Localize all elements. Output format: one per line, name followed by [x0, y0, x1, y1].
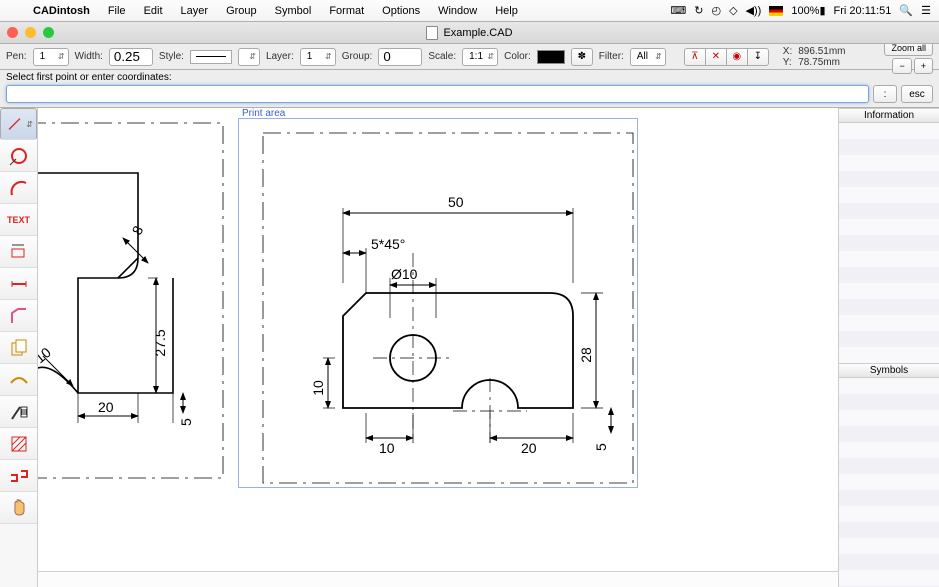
color-label: Color: — [504, 51, 531, 62]
style-label: Style: — [159, 51, 184, 62]
settings-gear-button[interactable]: ✽ — [571, 48, 593, 66]
symbols-panel-body — [839, 378, 939, 587]
scale-label: Scale: — [428, 51, 456, 62]
menu-options[interactable]: Options — [373, 5, 429, 17]
command-eval-button[interactable]: : — [873, 85, 897, 103]
group-label: Group: — [342, 51, 373, 62]
svg-text:27.5: 27.5 — [152, 329, 168, 356]
width-input[interactable] — [109, 48, 153, 66]
window-zoom-button[interactable] — [43, 27, 54, 38]
menu-edit[interactable]: Edit — [135, 5, 172, 17]
input-flag-icon[interactable] — [769, 6, 783, 16]
svg-text:5: 5 — [593, 443, 609, 451]
menu-layer[interactable]: Layer — [172, 5, 218, 17]
clock[interactable]: Fri 20:11:51 — [834, 5, 892, 17]
battery-status[interactable]: 100% ▮ — [791, 4, 825, 17]
snap-endpoint-button[interactable]: ⊼ — [684, 48, 706, 66]
svg-text:Ø10: Ø10 — [391, 266, 418, 282]
style-select[interactable] — [190, 50, 232, 64]
menu-file[interactable]: File — [99, 5, 135, 17]
svg-text:5*45°: 5*45° — [371, 236, 405, 252]
command-bar: Select first point or enter coordinates:… — [0, 70, 939, 108]
delete-tool[interactable] — [0, 396, 37, 428]
dimension-tool[interactable] — [0, 236, 37, 268]
filter-select[interactable]: All — [630, 48, 666, 66]
information-panel-body — [839, 123, 939, 363]
symbols-panel-header[interactable]: Symbols — [839, 363, 939, 378]
layer-select[interactable]: 1 — [300, 48, 336, 66]
zoom-in-button[interactable]: + — [914, 58, 933, 74]
document-icon — [426, 26, 438, 40]
command-input[interactable] — [6, 85, 869, 103]
menu-symbol[interactable]: Symbol — [266, 5, 321, 17]
text-tool[interactable]: TEXT — [0, 204, 37, 236]
pan-tool[interactable] — [0, 492, 37, 524]
line-tool[interactable] — [0, 108, 37, 140]
window-title: Example.CAD — [443, 27, 512, 39]
color-swatch[interactable] — [537, 50, 565, 64]
circle-tool[interactable] — [0, 140, 37, 172]
svg-text:5: 5 — [178, 418, 194, 426]
svg-text:28: 28 — [578, 347, 594, 363]
menu-help[interactable]: Help — [486, 5, 527, 17]
snap-perpendicular-button[interactable]: ↧ — [747, 48, 769, 66]
filter-label: Filter: — [599, 51, 624, 62]
hatch-tool[interactable] — [0, 428, 37, 460]
drawing-canvas[interactable]: Print area 10 — [38, 108, 839, 587]
pen-label: Pen: — [6, 51, 27, 62]
command-esc-button[interactable]: esc — [901, 85, 933, 103]
snap-center-button[interactable]: ◉ — [726, 48, 748, 66]
measure-tool[interactable] — [0, 268, 37, 300]
window-titlebar: Example.CAD — [0, 22, 939, 44]
menu-group[interactable]: Group — [217, 5, 266, 17]
properties-toolbar: Pen: 1 Width: Style: Layer: 1 Group: Sca… — [0, 44, 939, 70]
side-panel: Information Symbols — [839, 108, 939, 587]
style-dropdown[interactable] — [238, 48, 260, 66]
svg-text:20: 20 — [98, 399, 114, 415]
drawing-svg: 10 20 27.5 5 8 — [38, 108, 838, 578]
menu-window[interactable]: Window — [429, 5, 486, 17]
snap-intersection-button[interactable]: ✕ — [705, 48, 727, 66]
window-close-button[interactable] — [7, 27, 18, 38]
svg-text:10: 10 — [379, 440, 395, 456]
coordinate-readout: X:896.51mm Y:78.75mm — [783, 46, 846, 68]
keyboard-icon[interactable]: ⌨ — [670, 4, 686, 17]
wifi-icon[interactable]: ◇ — [729, 4, 737, 17]
svg-text:10: 10 — [38, 344, 54, 366]
tool-palette: TEXT — [0, 108, 38, 587]
group-input[interactable] — [378, 48, 422, 66]
command-prompt: Select first point or enter coordinates: — [6, 72, 933, 83]
copy-tool[interactable] — [0, 332, 37, 364]
sync-icon[interactable]: ↻ — [694, 4, 703, 17]
trim-tool[interactable] — [0, 364, 37, 396]
menu-format[interactable]: Format — [320, 5, 373, 17]
zoom-out-button[interactable]: − — [892, 58, 911, 74]
timemachine-icon[interactable]: ◴ — [711, 4, 721, 17]
information-panel-header[interactable]: Information — [839, 108, 939, 123]
canvas-footer — [38, 571, 838, 587]
volume-icon[interactable]: ◀)) — [746, 4, 762, 17]
chamfer-tool[interactable] — [0, 300, 37, 332]
arc-tool[interactable] — [0, 172, 37, 204]
break-tool[interactable] — [0, 460, 37, 492]
window-minimize-button[interactable] — [25, 27, 36, 38]
width-label: Width: — [75, 51, 103, 62]
system-menubar: CADintosh File Edit Layer Group Symbol F… — [0, 0, 939, 22]
svg-text:20: 20 — [521, 440, 537, 456]
notification-center-icon[interactable]: ☰ — [921, 4, 931, 17]
spotlight-icon[interactable]: 🔍 — [899, 4, 913, 17]
scale-select[interactable]: 1:1 — [462, 48, 498, 66]
svg-text:50: 50 — [448, 194, 464, 210]
layer-label: Layer: — [266, 51, 294, 62]
svg-text:10: 10 — [310, 380, 326, 396]
app-menu[interactable]: CADintosh — [24, 5, 99, 17]
pen-select[interactable]: 1 — [33, 48, 69, 66]
